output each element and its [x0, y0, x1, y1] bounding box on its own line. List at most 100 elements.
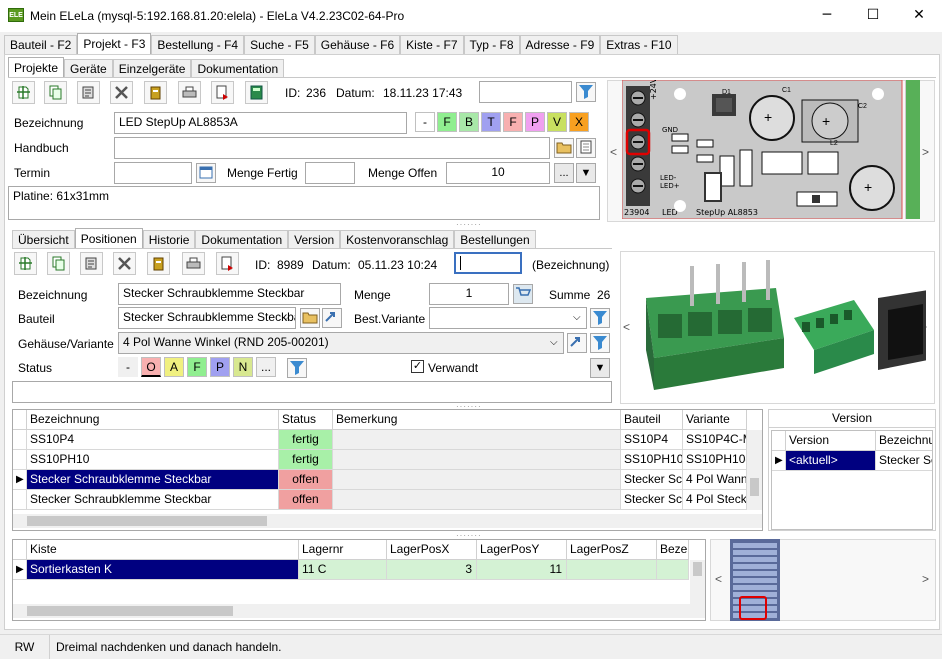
status-button-f[interactable]: F — [187, 357, 207, 377]
verwandt-checkbox[interactable]: ✓ — [411, 360, 424, 373]
archive-position-button[interactable] — [147, 252, 170, 275]
export-button[interactable] — [211, 81, 234, 104]
status-button-o[interactable]: O — [141, 357, 161, 377]
project-filter-input[interactable] — [479, 81, 572, 103]
project-notes[interactable]: Platine: 61x31mm — [8, 186, 600, 220]
color-button-x[interactable]: X — [569, 112, 589, 132]
status-button-none[interactable]: - — [118, 357, 138, 377]
vertical-scrollbar[interactable] — [747, 430, 762, 510]
edit-position-button[interactable] — [80, 252, 103, 275]
delete-position-button[interactable] — [113, 252, 136, 275]
tab-typ[interactable]: Typ - F8 — [463, 35, 520, 54]
tab-dokumentation[interactable]: Dokumentation — [191, 59, 285, 78]
tab-gehaeuse[interactable]: Gehäuse - F6 — [314, 35, 401, 54]
open-folder-button[interactable] — [554, 138, 574, 158]
col-status[interactable]: Status — [279, 410, 333, 430]
col-lagerposz[interactable]: LagerPosZ — [567, 540, 657, 560]
gehaeuse-select[interactable]: 4 Pol Wanne Winkel (RND 205-00201) — [118, 332, 564, 354]
tab-historie[interactable]: Historie — [142, 230, 196, 249]
position-notes[interactable] — [12, 381, 612, 403]
tab-extras[interactable]: Extras - F10 — [600, 35, 678, 54]
position-search-input[interactable] — [454, 252, 522, 274]
next-image-icon[interactable]: > — [922, 145, 929, 159]
col-lagernr[interactable]: Lagernr — [299, 540, 387, 560]
menge-input[interactable]: 1 — [429, 283, 509, 305]
color-button-none[interactable]: - — [415, 112, 435, 132]
prev-image-icon[interactable]: < — [715, 572, 722, 586]
open-bauteil-button[interactable] — [300, 308, 320, 328]
status-button-more[interactable]: ... — [256, 357, 276, 377]
tab-dokumentation-sub[interactable]: Dokumentation — [195, 230, 289, 249]
color-button-f[interactable]: F — [437, 112, 457, 132]
splitter[interactable]: ······· — [456, 220, 482, 229]
variante-filter-button[interactable] — [590, 308, 610, 328]
tab-projekt[interactable]: Projekt - F3 — [77, 33, 152, 54]
col-bezei[interactable]: Bezei — [657, 540, 689, 560]
tab-bauteil[interactable]: Bauteil - F2 — [4, 35, 78, 54]
horizontal-scrollbar[interactable] — [13, 604, 705, 618]
color-button-b[interactable]: B — [459, 112, 479, 132]
tab-uebersicht[interactable]: Übersicht — [12, 230, 75, 249]
status-button-a[interactable]: A — [164, 357, 184, 377]
vertical-scrollbar[interactable] — [690, 560, 705, 604]
pos-bezeichnung-input[interactable]: Stecker Schraubklemme Steckbar — [118, 283, 341, 305]
tab-version[interactable]: Version — [288, 230, 341, 249]
color-button-f2[interactable]: F — [503, 112, 523, 132]
best-variante-select[interactable] — [429, 307, 587, 329]
col-bemerkung[interactable]: Bemerkung — [333, 410, 621, 430]
col-bauteil[interactable]: Bauteil — [621, 410, 683, 430]
tab-einzelgeraete[interactable]: Einzelgeräte — [112, 59, 192, 78]
new-project-button[interactable] — [12, 81, 35, 104]
close-icon[interactable]: ✕ — [896, 0, 942, 30]
print-button[interactable] — [178, 81, 201, 104]
color-button-t[interactable]: T — [481, 112, 501, 132]
bauteil-select[interactable]: Stecker Schraubklemme Steckbar — [118, 307, 296, 329]
minimize-icon[interactable]: ─ — [804, 0, 850, 30]
status-filter-button[interactable] — [287, 358, 307, 378]
filter-button[interactable] — [576, 82, 596, 102]
color-button-v[interactable]: V — [547, 112, 567, 132]
col-version[interactable]: Version — [786, 431, 876, 451]
calculator-button[interactable] — [245, 81, 268, 104]
dropdown-button[interactable]: ▼ — [576, 163, 596, 183]
new-position-button[interactable] — [14, 252, 37, 275]
print-position-button[interactable] — [182, 252, 205, 275]
archive-button[interactable] — [144, 81, 167, 104]
goto-gehaeuse-button[interactable] — [567, 333, 587, 353]
bezeichnung-input[interactable]: LED StepUp AL8853A — [114, 112, 407, 134]
termin-input[interactable] — [114, 162, 192, 184]
calendar-button[interactable] — [196, 163, 216, 183]
tab-projekte[interactable]: Projekte — [8, 57, 65, 78]
handbuch-input[interactable] — [114, 137, 550, 159]
goto-bauteil-button[interactable] — [322, 308, 342, 328]
edit-project-button[interactable] — [77, 81, 100, 104]
col-kiste[interactable]: Kiste — [27, 540, 299, 560]
export-position-button[interactable] — [216, 252, 239, 275]
tab-adresse[interactable]: Adresse - F9 — [519, 35, 601, 54]
status-button-p[interactable]: P — [210, 357, 230, 377]
copy-project-button[interactable] — [44, 81, 67, 104]
menge-offen-input[interactable]: 10 — [446, 162, 550, 184]
col-lagerposy[interactable]: LagerPosY — [477, 540, 567, 560]
tab-kostenvoranschlag[interactable]: Kostenvoranschlag — [340, 230, 455, 249]
tab-kiste[interactable]: Kiste - F7 — [400, 35, 464, 54]
col-version-bez[interactable]: Bezeichnu — [876, 431, 932, 451]
tab-suche[interactable]: Suche - F5 — [244, 35, 315, 54]
prev-image-icon[interactable]: < — [610, 145, 617, 159]
status-button-n[interactable]: N — [233, 357, 253, 377]
open-document-button[interactable] — [576, 138, 596, 158]
stock-button[interactable] — [513, 284, 533, 304]
next-image-icon[interactable]: > — [922, 572, 929, 586]
tab-geraete[interactable]: Geräte — [64, 59, 113, 78]
horizontal-scrollbar[interactable] — [13, 514, 762, 528]
tab-bestellungen[interactable]: Bestellungen — [454, 230, 536, 249]
status-dropdown-button[interactable]: ▼ — [590, 358, 610, 378]
tab-positionen[interactable]: Positionen — [74, 228, 143, 249]
color-button-p[interactable]: P — [525, 112, 545, 132]
copy-position-button[interactable] — [47, 252, 70, 275]
more-button[interactable]: ... — [554, 163, 574, 183]
col-lagerposx[interactable]: LagerPosX — [387, 540, 477, 560]
delete-project-button[interactable] — [110, 81, 133, 104]
col-bezeichnung[interactable]: Bezeichnung — [27, 410, 279, 430]
prev-image-icon[interactable]: < — [623, 320, 630, 334]
